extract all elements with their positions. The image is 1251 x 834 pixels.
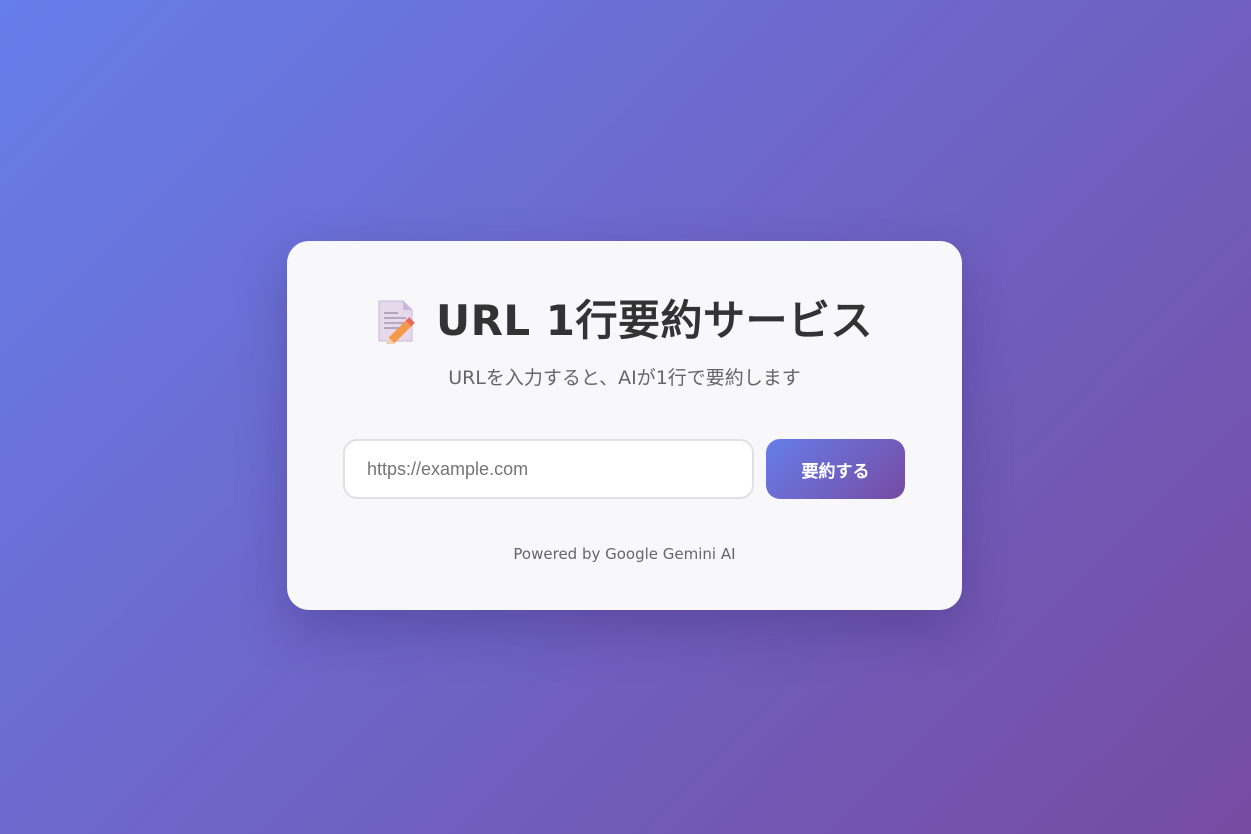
url-input[interactable] bbox=[343, 439, 754, 499]
summarize-button[interactable]: 要約する bbox=[766, 439, 905, 499]
memo-icon bbox=[376, 298, 418, 346]
title-row: URL 1行要約サービス bbox=[287, 295, 962, 347]
url-form: 要約する bbox=[343, 439, 905, 499]
summary-card: URL 1行要約サービス URLを入力すると、AIが1行で要約します 要約する … bbox=[287, 241, 962, 610]
page-subtitle: URLを入力すると、AIが1行で要約します bbox=[448, 367, 801, 389]
powered-by-footer: Powered by Google Gemini AI bbox=[513, 545, 736, 563]
page-title: URL 1行要約サービス bbox=[435, 296, 874, 345]
